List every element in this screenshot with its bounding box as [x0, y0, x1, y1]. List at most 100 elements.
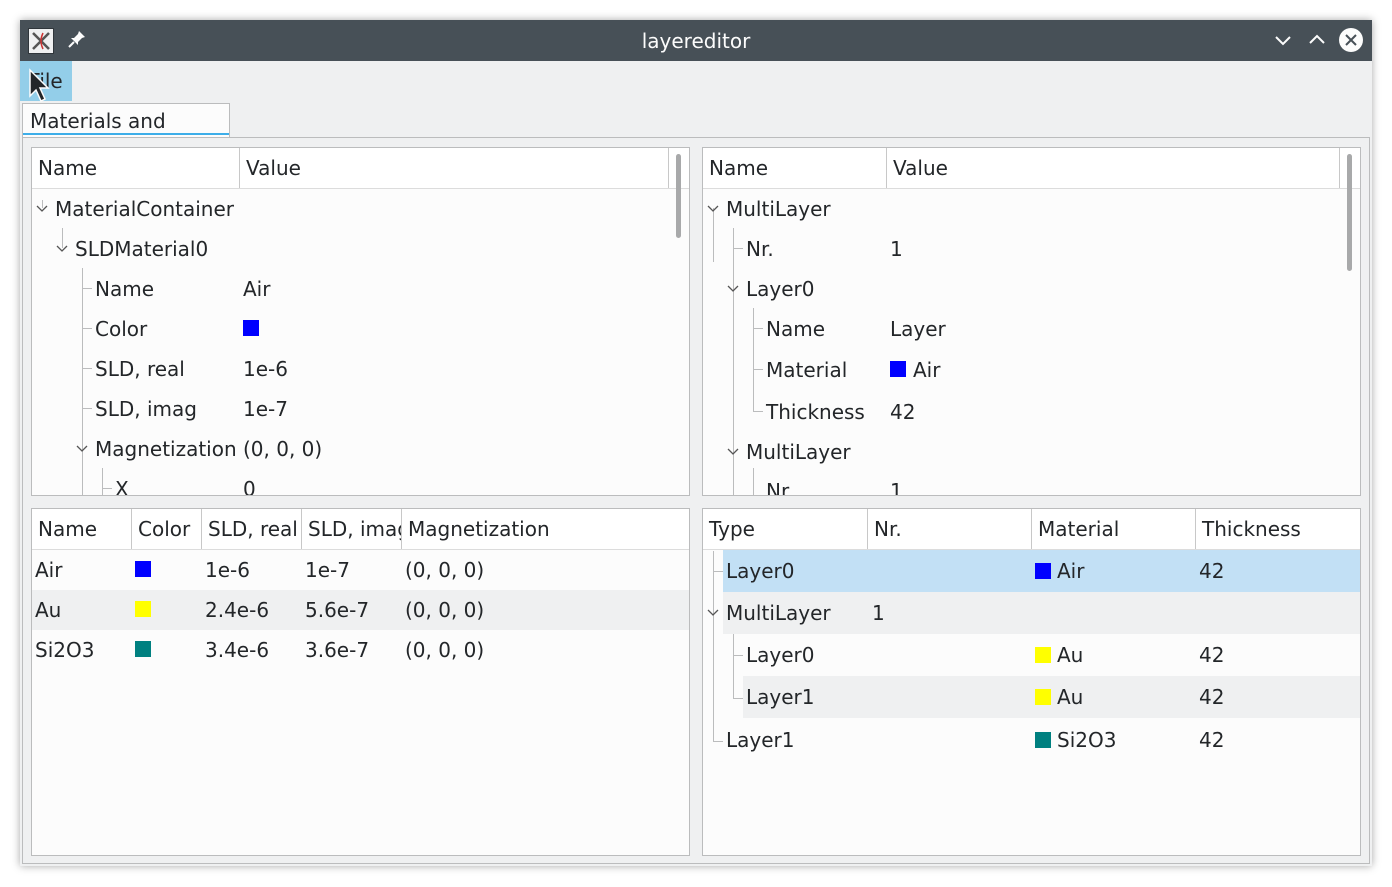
tree-item-value[interactable]: 0 — [243, 469, 256, 495]
color-swatch[interactable] — [243, 320, 259, 336]
close-button[interactable] — [1338, 27, 1364, 53]
tree-item-value[interactable]: Air — [243, 269, 270, 309]
tree-row[interactable]: Nr. 1 — [703, 471, 1360, 495]
column-header-color[interactable]: Color — [132, 509, 202, 549]
vertical-scrollbar[interactable] — [676, 154, 681, 238]
cell-type: Layer0 — [726, 559, 795, 583]
cell-sld-imag: 5.6e-7 — [305, 598, 370, 622]
cell-type: Layer1 — [726, 728, 795, 752]
column-header-sld-imag[interactable]: SLD, imag — [302, 509, 402, 549]
chevron-down-icon[interactable] — [76, 445, 88, 453]
cell-nr: 1 — [872, 601, 885, 625]
tree-row[interactable]: MultiLayer — [703, 432, 1360, 472]
cell-sld-real: 1e-6 — [205, 558, 250, 582]
table-row[interactable]: MultiLayer 1 — [707, 592, 1360, 634]
tree-item-value[interactable]: 1e-6 — [243, 349, 288, 389]
tree-item-name: MaterialContainer — [55, 197, 234, 221]
tree-item-name: SLD, imag — [95, 397, 197, 421]
material-tree[interactable]: Name Value MaterialContainer SLDMaterial… — [31, 147, 690, 496]
color-swatch — [1035, 689, 1051, 705]
tree-row[interactable]: Layer0 — [703, 269, 1360, 309]
cell-sld-real: 2.4e-6 — [205, 598, 270, 622]
cell-type: MultiLayer — [726, 601, 831, 625]
tree-item-name: X — [115, 477, 129, 496]
tab-materials-and-layers[interactable]: Materials and Layers — [22, 103, 230, 167]
table-row[interactable]: Au 2.4e-6 5.6e-7 (0, 0, 0) — [32, 590, 689, 630]
tree-branch-line — [713, 741, 723, 742]
tree-item-value[interactable]: 1e-7 — [243, 389, 288, 429]
tree-row[interactable]: Material Air — [703, 350, 1360, 392]
column-header-nr[interactable]: Nr. — [868, 509, 1032, 549]
chevron-down-icon[interactable] — [727, 285, 739, 293]
tree-item-value[interactable]: (0, 0, 0) — [243, 429, 322, 469]
cell-type: Layer1 — [746, 685, 815, 709]
tree-branch-line — [733, 698, 743, 699]
chevron-down-icon[interactable] — [56, 245, 68, 253]
tab-active-indicator — [23, 133, 229, 135]
column-header-sld-real[interactable]: SLD, real — [202, 509, 302, 549]
column-header-value[interactable]: Value — [887, 148, 1340, 188]
tree-item-value[interactable]: 1 — [890, 229, 903, 269]
tree-row[interactable]: Name Layer — [703, 309, 1360, 349]
cell-thickness: 42 — [1199, 559, 1225, 583]
tree-row[interactable]: SLDMaterial0 — [32, 229, 689, 269]
minimize-button[interactable] — [1270, 27, 1296, 53]
tree-branch-line — [713, 551, 714, 741]
tree-row[interactable]: SLD, imag 1e-7 — [32, 389, 689, 429]
chevron-down-icon[interactable] — [727, 448, 739, 456]
tree-item-name: Name — [766, 317, 826, 341]
tree-row[interactable]: Magnetization (0, 0, 0) — [32, 429, 689, 469]
tree-item-value[interactable]: Air — [913, 350, 940, 390]
material-table[interactable]: Name Color SLD, real SLD, imag Magnetiza… — [31, 508, 690, 856]
cell-name: Air — [35, 558, 63, 582]
cell-name: Si2O3 — [35, 638, 95, 662]
tree-item-value[interactable]: Layer — [890, 309, 946, 349]
column-header-name[interactable]: Name — [32, 148, 240, 188]
tree-row[interactable]: MultiLayer — [703, 189, 1360, 229]
color-swatch — [1035, 563, 1051, 579]
cell-material: Au — [1057, 643, 1084, 667]
table-row[interactable]: Layer0 Au 42 — [743, 634, 1360, 676]
tree-row[interactable]: MaterialContainer — [32, 189, 689, 229]
tree-row[interactable]: Nr. 1 — [703, 229, 1360, 269]
column-header-magnetization[interactable]: Magnetization — [402, 509, 689, 549]
tree-branch-line — [733, 655, 743, 656]
chevron-down-icon[interactable] — [707, 205, 719, 213]
column-header-name[interactable]: Name — [32, 509, 132, 549]
tree-row[interactable]: SLD, real 1e-6 — [32, 349, 689, 389]
cell-material: Si2O3 — [1057, 728, 1117, 752]
layer-tree[interactable]: Name Value MultiLayer Nr. 1 Layer0 Name … — [702, 147, 1361, 496]
tree-row[interactable]: X 0 — [32, 469, 689, 496]
layer-table[interactable]: Type Nr. Material Thickness Layer0 Air 4… — [702, 508, 1361, 856]
table-row[interactable]: Layer1 Si2O3 42 — [723, 719, 1360, 761]
maximize-button[interactable] — [1304, 27, 1330, 53]
tree-row[interactable]: Name Air — [32, 269, 689, 309]
chevron-down-icon[interactable] — [36, 205, 48, 213]
tree-item-value[interactable]: 42 — [890, 392, 915, 432]
column-header-value[interactable]: Value — [240, 148, 669, 188]
table-row-selected[interactable]: Layer0 Air 42 — [723, 550, 1360, 592]
color-swatch — [1035, 647, 1051, 663]
column-header-material[interactable]: Material — [1032, 509, 1196, 549]
tree-item-name: Layer0 — [746, 277, 815, 301]
tree-item-name: Nr. — [746, 237, 774, 261]
table-row[interactable]: Air 1e-6 1e-7 (0, 0, 0) — [32, 550, 689, 590]
column-header-thickness[interactable]: Thickness — [1196, 509, 1360, 549]
chevron-down-icon[interactable] — [707, 609, 719, 617]
vertical-scrollbar[interactable] — [1347, 154, 1352, 271]
tree-item-name: Magnetization — [95, 437, 237, 461]
title-bar[interactable]: layereditor — [20, 20, 1372, 61]
tree-item-name: Material — [766, 358, 848, 382]
window-title: layereditor — [641, 29, 751, 53]
column-header-type[interactable]: Type — [703, 509, 868, 549]
table-row[interactable]: Layer1 Au 42 — [743, 676, 1360, 718]
tree-row[interactable]: Color — [32, 309, 689, 349]
table-row[interactable]: Si2O3 3.4e-6 3.6e-7 (0, 0, 0) — [32, 630, 689, 670]
cell-material: Au — [1057, 685, 1084, 709]
tree-item-name: MultiLayer — [726, 197, 831, 221]
tree-item-value[interactable]: 1 — [890, 471, 903, 495]
layer-tree-header: Name Value — [703, 148, 1360, 189]
material-tree-header: Name Value — [32, 148, 689, 189]
tree-row[interactable]: Thickness 42 — [703, 392, 1360, 434]
column-header-name[interactable]: Name — [703, 148, 887, 188]
